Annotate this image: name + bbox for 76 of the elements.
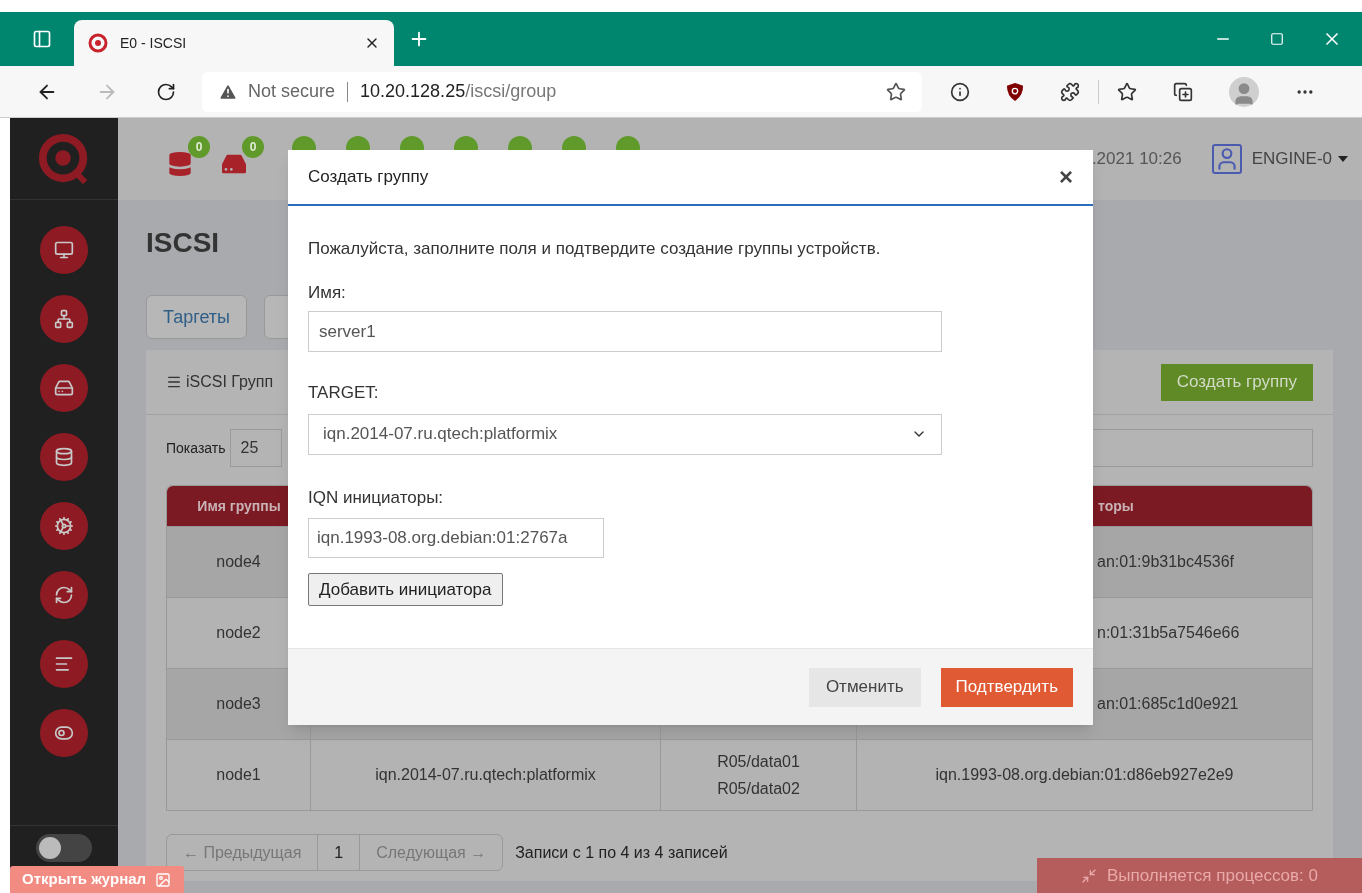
initiator-input[interactable]: iqn.1993-08.org.debian:01:2767a bbox=[308, 518, 604, 558]
monitor-icon bbox=[54, 240, 74, 260]
sidebar-nav-button[interactable] bbox=[40, 433, 88, 481]
sidebar-nav-button[interactable] bbox=[40, 295, 88, 343]
close-button[interactable]: × bbox=[1059, 165, 1073, 189]
count-badge: 0 bbox=[188, 136, 210, 158]
field-label: Имя: bbox=[308, 281, 347, 304]
toggles-icon bbox=[54, 723, 74, 743]
dialog-title: Создать группу bbox=[308, 166, 429, 189]
theme-switch[interactable] bbox=[36, 834, 92, 862]
table-cell-text: an:01:685c1d0e921 bbox=[1097, 694, 1239, 714]
sidebar-nav-button[interactable] bbox=[40, 364, 88, 412]
address-bar[interactable]: Not secure 10.20.128.25/iscsi/group bbox=[202, 71, 922, 112]
favorites-icon[interactable] bbox=[1117, 81, 1137, 102]
image-icon bbox=[154, 871, 173, 888]
field-label: TARGET: bbox=[308, 382, 380, 404]
browser-tab[interactable]: E0 - ISCSI bbox=[74, 20, 394, 66]
page-number-button[interactable]: 1 bbox=[318, 835, 361, 870]
compress-icon bbox=[1081, 867, 1097, 884]
records-info: Записи с 1 по 4 из 4 записей bbox=[515, 842, 728, 863]
tab-actions-icon[interactable] bbox=[32, 29, 52, 49]
table-cell-text: R05/data01 bbox=[717, 752, 800, 772]
page-size-select[interactable]: 25 bbox=[229, 429, 282, 467]
sidebar-nav-button[interactable] bbox=[40, 709, 88, 757]
target-select[interactable]: iqn.2014-07.ru.qtech:platformix bbox=[308, 413, 942, 455]
database-icon bbox=[54, 447, 74, 467]
name-input[interactable]: server1 bbox=[308, 311, 942, 352]
menu-icon bbox=[166, 374, 182, 390]
sidebar-nav-button[interactable] bbox=[40, 640, 88, 688]
sidebar-nav-button[interactable] bbox=[40, 571, 88, 619]
user-icon[interactable] bbox=[1211, 144, 1242, 174]
page-title: ISCSI bbox=[146, 227, 220, 258]
user-name[interactable]: ENGINE-0 bbox=[1251, 146, 1332, 172]
confirm-button[interactable]: Подтвердить bbox=[940, 667, 1073, 707]
sync-icon bbox=[54, 585, 74, 605]
panel-title: iSCSI Групп bbox=[186, 372, 274, 392]
table-cell-text: node2 bbox=[216, 623, 261, 643]
dialog-description: Пожалуйста, заполните поля и подтвердите создание группы устройств. bbox=[308, 238, 882, 260]
tab-title: E0 - ISCSI bbox=[120, 33, 188, 53]
column-header[interactable]: Имя группы bbox=[197, 495, 281, 517]
network-port-icon bbox=[54, 309, 74, 329]
profile-avatar[interactable] bbox=[1229, 76, 1259, 107]
collections-icon[interactable] bbox=[1173, 81, 1193, 102]
add-initiator-button[interactable]: Добавить инициатора bbox=[308, 573, 503, 606]
table-cell-text: R05/data02 bbox=[717, 779, 800, 799]
date-time: .2021 10:26 bbox=[1091, 148, 1182, 171]
extensions-icon[interactable] bbox=[1060, 81, 1080, 102]
url-host: 10.20.128.25 bbox=[360, 80, 466, 103]
security-label: Not secure bbox=[248, 80, 336, 103]
url-path: /iscsi/group bbox=[465, 80, 557, 103]
app-logo-icon bbox=[88, 33, 108, 53]
field-label: IQN инициаторы: bbox=[308, 486, 445, 509]
shield-icon[interactable] bbox=[1006, 81, 1024, 102]
reload-icon[interactable] bbox=[156, 81, 176, 102]
sidebar-nav-button[interactable] bbox=[40, 502, 88, 550]
column-header[interactable]: торы bbox=[1098, 495, 1134, 517]
caret-icon[interactable] bbox=[1338, 156, 1348, 162]
count-badge: 0 bbox=[242, 136, 264, 158]
hard-drive-icon bbox=[54, 378, 74, 398]
table-cell-text: node1 bbox=[216, 765, 261, 785]
tab-button[interactable]: Таргеты bbox=[146, 295, 247, 339]
cancel-button[interactable]: Отменить bbox=[808, 667, 921, 707]
table-cell-text: iqn.1993-08.org.debian:01:d86eb927e2e9 bbox=[935, 765, 1234, 785]
settings-icon bbox=[54, 516, 74, 536]
password-manager-icon[interactable] bbox=[950, 81, 970, 102]
maximize-icon[interactable] bbox=[1270, 32, 1284, 46]
show-label: Показать bbox=[166, 438, 226, 458]
add-favorite-icon[interactable] bbox=[886, 81, 906, 102]
table-cell-text: an:01:9b31bc4536f bbox=[1097, 552, 1234, 572]
table-cell-text: n:01:31b5a7546e66 bbox=[1097, 623, 1240, 643]
sidebar-nav-button[interactable] bbox=[40, 226, 88, 274]
table-cell-text: node4 bbox=[216, 552, 261, 572]
process-count: Выполняется процессов: 0 bbox=[1107, 864, 1318, 887]
list-icon bbox=[54, 654, 74, 674]
table-cell-text: node3 bbox=[216, 694, 261, 714]
table-cell-text: iqn.2014-07.ru.qtech:platformix bbox=[375, 765, 596, 785]
